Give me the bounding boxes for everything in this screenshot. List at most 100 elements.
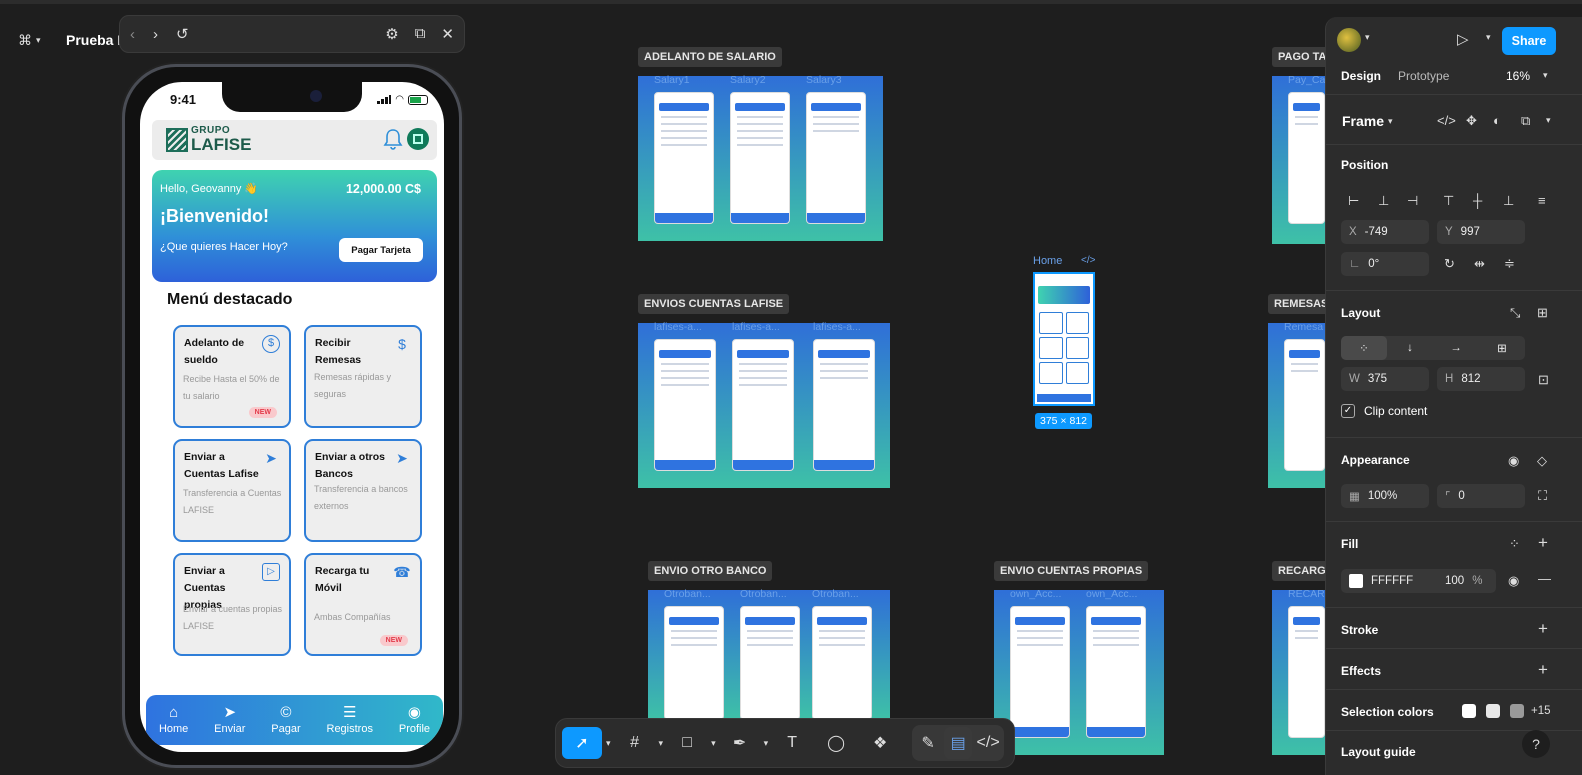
selection-color-swatch[interactable]: [1486, 704, 1500, 718]
bell-icon[interactable]: [383, 128, 403, 150]
frame-name[interactable]: Remesa: [1284, 321, 1323, 333]
rotate-icon[interactable]: ↻: [1444, 256, 1455, 272]
frame-name[interactable]: Salary1: [654, 74, 690, 86]
frame-name[interactable]: lafises-a...: [813, 321, 861, 333]
frame-thumbnail[interactable]: [732, 339, 794, 471]
freeform-icon[interactable]: ⁘: [1341, 336, 1387, 360]
nav-records[interactable]: ☰ Registros: [327, 705, 373, 736]
flip-horizontal-icon[interactable]: ⇹: [1474, 256, 1485, 272]
main-menu-button[interactable]: ⌘ ▾: [14, 28, 50, 52]
tile-send-lafise[interactable]: Enviar a Cuentas Lafise ➤ Transferencia …: [173, 439, 291, 542]
restart-icon[interactable]: ↺: [176, 25, 189, 43]
collapse-icon[interactable]: ⤡: [1510, 305, 1520, 321]
frame-thumbnail[interactable]: [654, 339, 716, 471]
add-fill-icon[interactable]: +: [1538, 533, 1548, 553]
section-salary[interactable]: Salary1 Salary2 Salary3: [638, 74, 883, 241]
chevron-down-icon[interactable]: ▾: [1543, 70, 1548, 81]
auto-layout-icon[interactable]: ⊞: [1537, 305, 1548, 321]
section-label-envios-lafise[interactable]: ENVIOS CUENTAS LAFISE: [638, 294, 790, 314]
section-envios-lafise[interactable]: lafises-a... lafises-a... lafises-a...: [638, 321, 890, 488]
draw-mode-icon[interactable]: ✎: [914, 727, 942, 759]
align-center-h-icon[interactable]: ⊥: [1378, 193, 1389, 209]
share-button[interactable]: Share: [1502, 27, 1556, 55]
tab-design[interactable]: Design: [1341, 69, 1381, 83]
tile-send-own-accounts[interactable]: Enviar a Cuentas propias ▷ Enviar a cuen…: [173, 553, 291, 656]
frame-name[interactable]: RECAR: [1288, 588, 1325, 600]
section-label-pago[interactable]: PAGO TA: [1272, 47, 1333, 67]
nav-pay[interactable]: © Pagar: [271, 705, 300, 736]
frame-name[interactable]: lafises-a...: [654, 321, 702, 333]
section-remesas[interactable]: Remesa: [1268, 321, 1325, 488]
frame-name[interactable]: lafises-a...: [732, 321, 780, 333]
section-label-salary[interactable]: ADELANTO DE SALARIO: [638, 47, 782, 67]
frame-thumbnail[interactable]: [730, 92, 790, 224]
user-avatar[interactable]: [1337, 28, 1361, 52]
open-external-icon[interactable]: ⧉: [415, 25, 426, 43]
selection-color-swatch[interactable]: [1510, 704, 1524, 718]
add-stroke-icon[interactable]: +: [1538, 619, 1548, 639]
rotation-field[interactable]: ∟ 0°: [1341, 252, 1429, 276]
frame-thumbnail[interactable]: [1010, 606, 1070, 738]
frame-thumbnail[interactable]: [1288, 606, 1325, 738]
selection-colors-more[interactable]: +15: [1531, 705, 1551, 717]
fill-swatch[interactable]: [1349, 574, 1363, 588]
frame-thumbnail[interactable]: [654, 92, 714, 224]
tab-prototype[interactable]: Prototype: [1398, 69, 1449, 83]
pen-tool-icon[interactable]: ✒: [720, 727, 760, 759]
constraints-icon[interactable]: ⊡: [1538, 372, 1549, 388]
frame-thumbnail[interactable]: [1284, 339, 1325, 471]
section-pago[interactable]: Pay_Ca: [1272, 74, 1325, 244]
close-icon[interactable]: ✕: [441, 25, 454, 43]
frame-name[interactable]: own_Acc...: [1086, 588, 1137, 600]
frame-name[interactable]: own_Acc...: [1010, 588, 1061, 600]
tile-receive-remittances[interactable]: Recibir Remesas $ Remesas rápidas y segu…: [304, 325, 422, 428]
add-effect-icon[interactable]: +: [1538, 660, 1548, 680]
frame-tool-icon[interactable]: #: [615, 727, 655, 759]
mask-icon[interactable]: ◐: [1493, 113, 1501, 128]
frame-name[interactable]: Pay_Ca: [1288, 74, 1325, 86]
horizontal-layout-icon[interactable]: →: [1433, 342, 1479, 354]
align-left-icon[interactable]: ⊢: [1348, 193, 1359, 209]
drop-icon[interactable]: ◇: [1537, 453, 1547, 469]
align-right-icon[interactable]: ⊣: [1407, 193, 1418, 209]
zoom-level[interactable]: 16%: [1506, 69, 1530, 83]
home-frame-label[interactable]: Home: [1033, 255, 1062, 267]
y-field[interactable]: Y 997: [1437, 220, 1525, 244]
components-icon[interactable]: ❖: [860, 727, 900, 759]
chevron-down-icon[interactable]: ▾: [711, 738, 716, 749]
frame-thumbnail[interactable]: [1288, 92, 1325, 224]
chevron-down-icon[interactable]: ▾: [1388, 116, 1393, 127]
selection-color-swatch[interactable]: [1462, 704, 1476, 718]
frame-type-label[interactable]: Frame: [1342, 113, 1384, 129]
home-frame-selected[interactable]: [1033, 272, 1095, 406]
chevron-down-icon[interactable]: ▾: [1546, 115, 1551, 126]
distribute-icon[interactable]: ≡: [1538, 193, 1546, 208]
align-bottom-icon[interactable]: ⊥: [1503, 193, 1514, 209]
width-field[interactable]: W 375: [1341, 367, 1429, 391]
frame-thumbnail[interactable]: [806, 92, 866, 224]
nav-send[interactable]: ➤ Enviar: [214, 705, 245, 736]
frame-thumbnail[interactable]: [1086, 606, 1146, 738]
code-icon[interactable]: </>: [1081, 255, 1095, 266]
help-button[interactable]: ?: [1522, 730, 1550, 758]
settings-sliders-icon[interactable]: ⚙: [385, 25, 398, 43]
rectangle-tool-icon[interactable]: □: [667, 727, 707, 759]
forward-icon[interactable]: ›: [153, 26, 158, 43]
section-label-propias[interactable]: ENVIO CUENTAS PROPIAS: [994, 561, 1149, 581]
chevron-down-icon[interactable]: ▾: [764, 738, 769, 749]
grid-layout-icon[interactable]: ⊞: [1479, 341, 1525, 355]
nav-profile[interactable]: ◉ Profile: [399, 705, 430, 736]
tile-mobile-recharge[interactable]: Recarga tu Móvil ☎ Ambas Compañías NEW: [304, 553, 422, 656]
back-icon[interactable]: ‹: [130, 26, 135, 43]
chevron-down-icon[interactable]: ▾: [1486, 32, 1491, 43]
flip-vertical-icon[interactable]: ≑: [1504, 256, 1515, 272]
frame-name[interactable]: Otroban...: [740, 588, 787, 600]
comment-tool-icon[interactable]: ◯: [816, 727, 856, 759]
x-field[interactable]: X -749: [1341, 220, 1429, 244]
tile-salary-advance[interactable]: Adelanto de sueldo $ Recibe Hasta el 50%…: [173, 325, 291, 428]
corner-radius-field[interactable]: ⌜ 0: [1437, 484, 1525, 508]
section-label-otro-banco[interactable]: ENVIO OTRO BANCO: [648, 561, 773, 581]
section-recarga[interactable]: RECAR: [1272, 588, 1325, 755]
frame-name[interactable]: Otroban...: [812, 588, 859, 600]
height-field[interactable]: H 812: [1437, 367, 1525, 391]
